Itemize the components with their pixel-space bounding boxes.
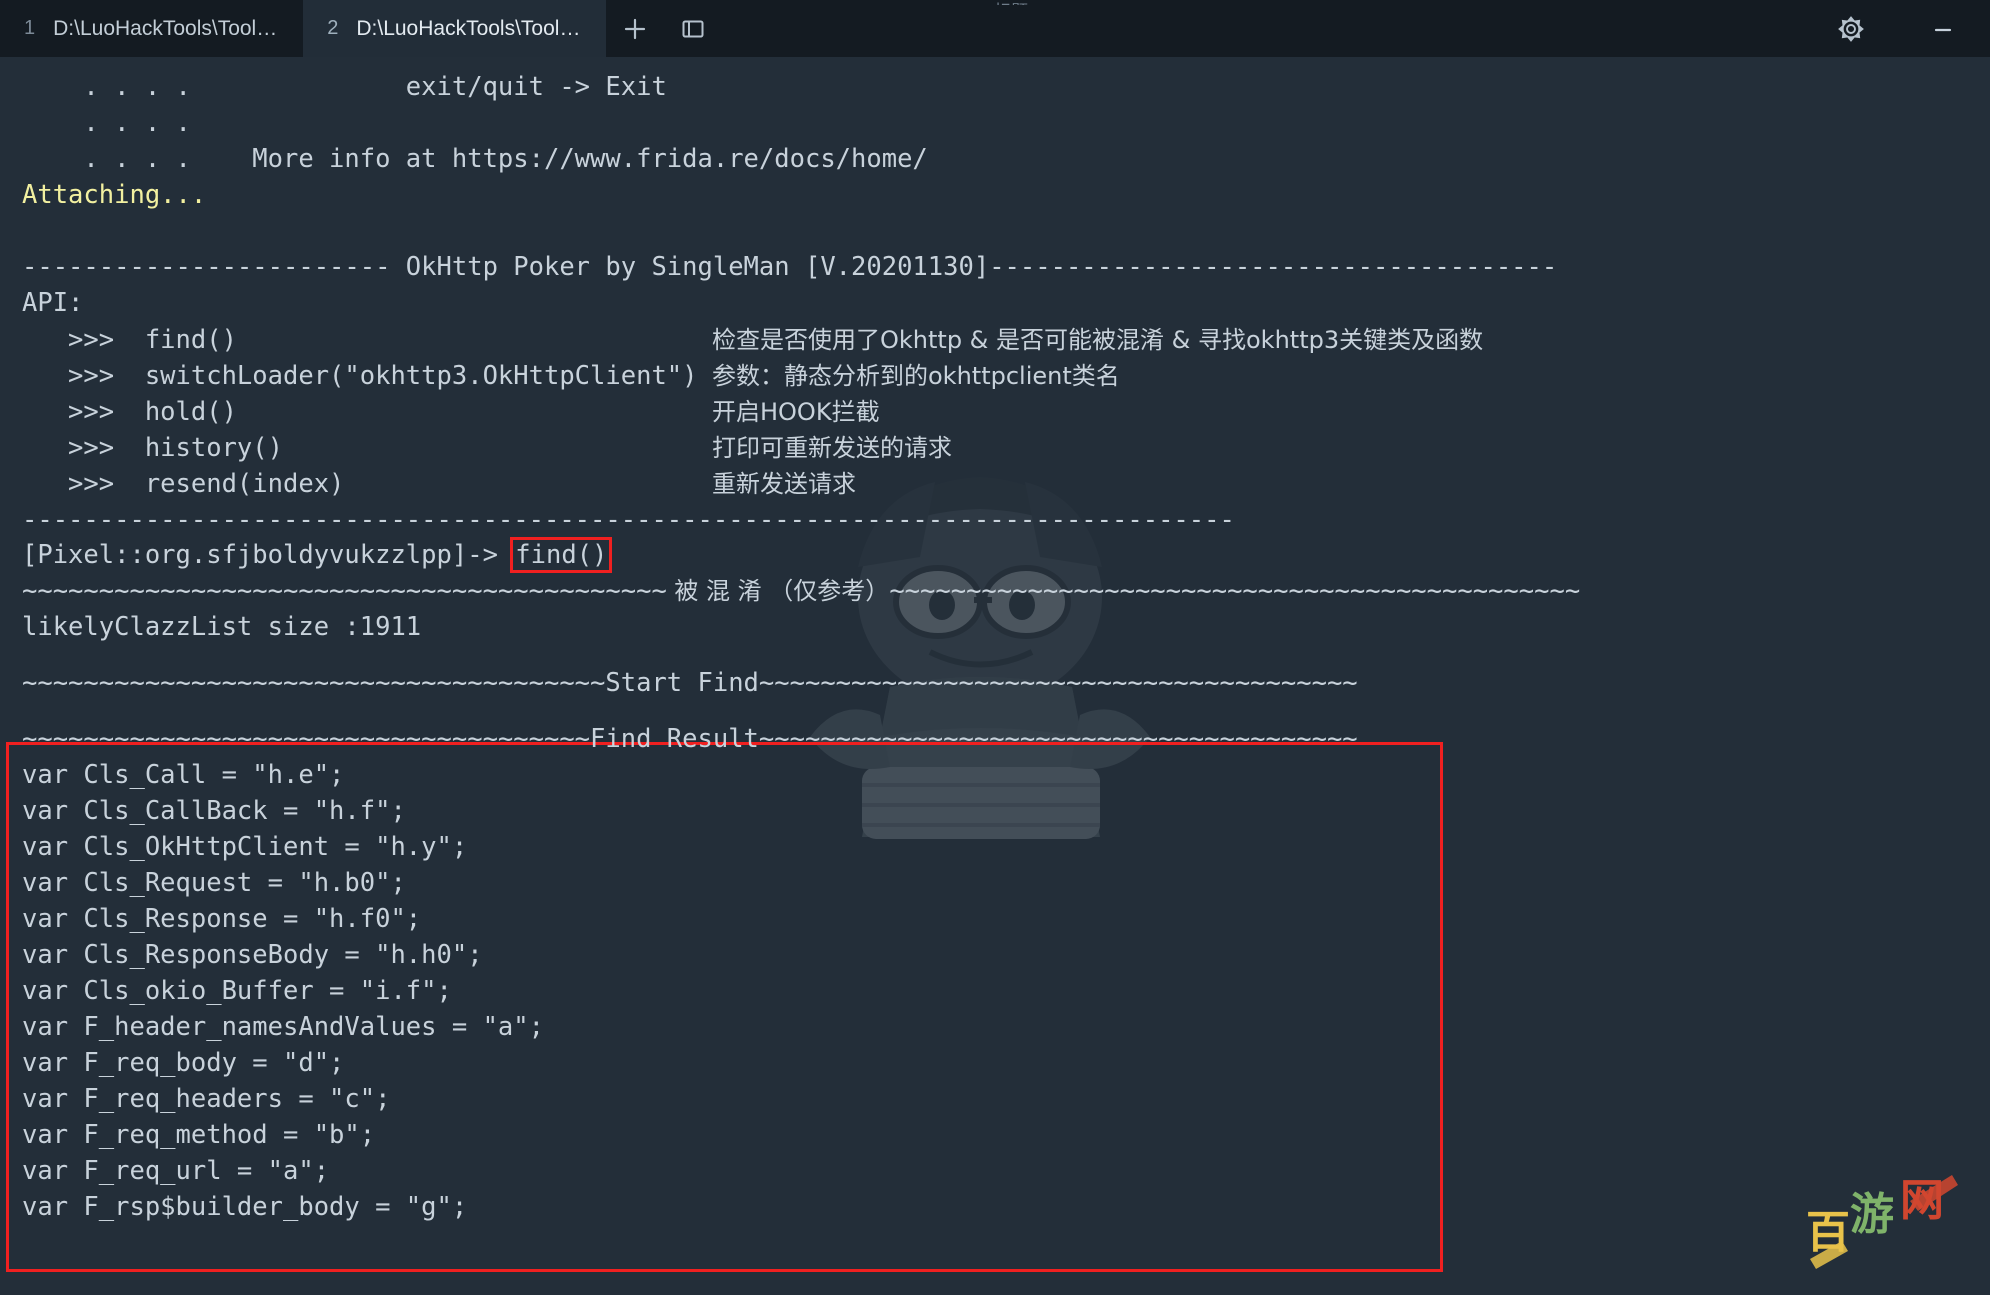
divider-line: ----------------------------------------… bbox=[22, 505, 1235, 535]
brand-logo: 百 游 网 bbox=[1806, 1175, 1958, 1269]
likely-clazz-list-size: likelyClazzList size :1911 bbox=[22, 612, 422, 642]
tab-2-index: 2 bbox=[327, 17, 339, 39]
gear-icon[interactable] bbox=[1822, 0, 1880, 57]
result-var-line: var Cls_Request = "h.b0"; bbox=[22, 868, 406, 898]
result-var-line: var F_req_body = "d"; bbox=[22, 1048, 345, 1078]
terminal-output: . . . . exit/quit -> Exit . . . . . . . … bbox=[0, 57, 1990, 321]
result-var-line: var F_req_headers = "c"; bbox=[22, 1084, 391, 1114]
obfuscation-tilde-right: ~~~~~~~~~~~~~~~~~~~~~~~~~~~~~~~~~~~~~~~~… bbox=[889, 576, 1581, 606]
api-label: API: bbox=[22, 288, 84, 318]
api-desc-history: 打印可重新发送的请求 bbox=[712, 434, 952, 462]
api-desc-switchloader: 参数：静态分析到的okhttpclient类名 bbox=[712, 362, 1120, 390]
obfuscation-notice-line: ~~~~~~~~~~~~~~~~~~~~~~~~~~~~~~~~~~~~~~~~… bbox=[22, 573, 1580, 609]
attaching-status: Attaching... bbox=[22, 180, 207, 210]
find-result-line: ~~~~~~~~~~~~~~~~~~~~~~~~~~~~~~~~~~~~~Fin… bbox=[22, 724, 1358, 754]
start-find-line: ~~~~~~~~~~~~~~~~~~~~~~~~~~~~~~~~~~~~~~St… bbox=[22, 668, 1358, 698]
split-pane-icon[interactable] bbox=[664, 0, 722, 57]
result-var-line: var F_header_namesAndValues = "a"; bbox=[22, 1012, 544, 1042]
svg-text:游: 游 bbox=[1850, 1189, 1894, 1240]
titlebar: Tab 标题 1 D:\LuoHackTools\Tool… 2 D:\LuoH… bbox=[0, 0, 1990, 57]
prompt-command-find[interactable]: find() bbox=[510, 537, 613, 573]
svg-text:网: 网 bbox=[1900, 1175, 1944, 1226]
tab-1[interactable]: 1 D:\LuoHackTools\Tool… bbox=[0, 0, 304, 57]
frida-line-3: . . . . More info at https://www.frida.r… bbox=[22, 144, 928, 174]
frida-line-1: . . . . exit/quit -> Exit bbox=[22, 72, 667, 102]
api-desc-resend: 重新发送请求 bbox=[712, 470, 856, 498]
result-var-line: var Cls_OkHttpClient = "h.y"; bbox=[22, 832, 468, 862]
tab-2[interactable]: 2 D:\LuoHackTools\Tool… bbox=[303, 0, 607, 57]
prompt-line: [Pixel::org.sfjboldyvukzzlpp]-> find() bbox=[22, 537, 613, 573]
minimize-icon[interactable] bbox=[1914, 0, 1972, 57]
api-cmd-switchloader[interactable]: >>> switchLoader("okhttp3.OkHttpClient") bbox=[22, 358, 697, 394]
obfuscation-tilde-left: ~~~~~~~~~~~~~~~~~~~~~~~~~~~~~~~~~~~~~~~~… bbox=[22, 576, 667, 606]
api-desc-find: 检查是否使用了Okhttp & 是否可能被混淆 & 寻找okhttp3关键类及函… bbox=[712, 326, 1484, 354]
svg-text:百: 百 bbox=[1806, 1207, 1850, 1258]
result-var-line: var Cls_CallBack = "h.f"; bbox=[22, 796, 406, 826]
tab-1-title: D:\LuoHackTools\Tool… bbox=[53, 16, 278, 40]
obfuscation-notice-cn: 被 混 淆 （仅参考） bbox=[666, 577, 890, 605]
frida-line-2: . . . . bbox=[22, 108, 191, 138]
api-cmd-find[interactable]: >>> find() bbox=[22, 322, 237, 358]
banner-line: ------------------------ OkHttp Poker by… bbox=[22, 252, 1558, 282]
prompt-prefix: [Pixel::org.sfjboldyvukzzlpp]-> bbox=[22, 540, 514, 570]
api-cmd-history[interactable]: >>> history() bbox=[22, 430, 283, 466]
result-var-line: var Cls_okio_Buffer = "i.f"; bbox=[22, 976, 452, 1006]
find-result-vars: var Cls_Call = "h.e"; var Cls_CallBack =… bbox=[22, 757, 544, 1225]
titlebar-spacer bbox=[722, 0, 1822, 57]
result-var-line: var F_req_method = "b"; bbox=[22, 1120, 376, 1150]
result-var-line: var Cls_ResponseBody = "h.h0"; bbox=[22, 940, 483, 970]
result-var-line: var F_rsp$builder_body = "g"; bbox=[22, 1192, 468, 1222]
api-cmd-hold[interactable]: >>> hold() bbox=[22, 394, 237, 430]
blank-line-1 bbox=[22, 213, 1990, 249]
api-desc-hold: 开启HOOK拦截 bbox=[712, 398, 880, 426]
tab-1-index: 1 bbox=[24, 17, 36, 39]
result-var-line: var Cls_Response = "h.f0"; bbox=[22, 904, 422, 934]
result-var-line: var F_req_url = "a"; bbox=[22, 1156, 330, 1186]
result-var-line: var Cls_Call = "h.e"; bbox=[22, 760, 345, 790]
plus-icon[interactable] bbox=[606, 0, 664, 57]
terminal-pane[interactable]: . . . . exit/quit -> Exit . . . . . . . … bbox=[0, 57, 1990, 1295]
tab-2-title: D:\LuoHackTools\Tool… bbox=[356, 16, 581, 40]
api-cmd-resend[interactable]: >>> resend(index) bbox=[22, 466, 344, 502]
